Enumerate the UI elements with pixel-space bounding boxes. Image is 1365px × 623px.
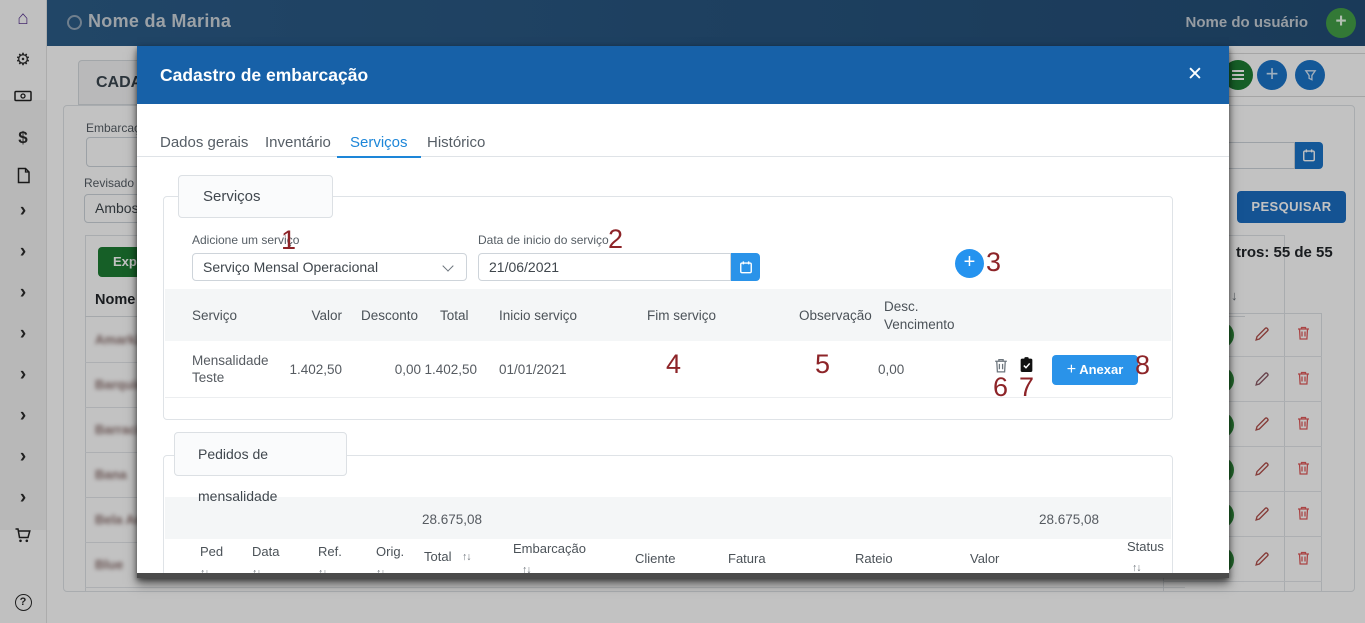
- col-desc-venc-2: Vencimento: [884, 317, 955, 332]
- annotation-1: 1: [281, 227, 296, 253]
- plus-icon: +: [1067, 361, 1076, 378]
- col-rateio: Rateio: [855, 551, 893, 566]
- col-fim: Fim serviço: [647, 308, 716, 323]
- tab-servicos[interactable]: Serviços: [337, 130, 421, 158]
- start-date-calendar-button[interactable]: [731, 253, 760, 281]
- col-status[interactable]: Status: [1127, 539, 1164, 554]
- cell-total: 1.402,50: [417, 362, 477, 377]
- chevron-down-icon: [442, 260, 453, 271]
- services-legend: Serviços: [178, 175, 333, 218]
- annotation-5: 5: [815, 351, 830, 377]
- col-desc-venc-1: Desc.: [884, 299, 919, 314]
- col-observacao: Observação: [799, 308, 872, 323]
- cell-desc-venc: 0,00: [878, 362, 904, 377]
- add-service-button[interactable]: +: [955, 249, 984, 278]
- start-date-label: Data de inicio do serviço: [478, 233, 609, 247]
- cell-valor: 1.402,50: [282, 362, 342, 377]
- horizontal-scrollbar[interactable]: [137, 573, 1229, 578]
- annotation-6: 6: [993, 374, 1008, 400]
- col-ped[interactable]: Ped: [200, 544, 223, 559]
- pedidos-legend: Pedidos de mensalidade: [174, 432, 347, 476]
- col-inicio: Inicio serviço: [499, 308, 577, 323]
- cell-servico: Mensalidade Teste: [192, 352, 277, 386]
- col-total: Total: [440, 308, 469, 323]
- col-valor-pedidos: Valor: [970, 551, 999, 566]
- col-servico: Serviço: [192, 308, 237, 323]
- sort-icon: ↑↓: [462, 551, 471, 563]
- annotation-3: 3: [986, 249, 1001, 275]
- application-root: ⌂ ⚙ $ › › › › › › › › ? Nome da Marina N…: [0, 0, 1365, 623]
- cell-desconto: 0,00: [361, 362, 421, 377]
- cell-inicio: 01/01/2021: [499, 362, 567, 377]
- col-cliente: Cliente: [635, 551, 675, 566]
- add-service-select[interactable]: Serviço Mensal Operacional: [192, 253, 467, 281]
- col-ref[interactable]: Ref.: [318, 544, 342, 559]
- start-date-input[interactable]: 21/06/2021: [478, 253, 731, 281]
- col-desconto: Desconto: [361, 308, 418, 323]
- annotation-8: 8: [1135, 352, 1150, 378]
- close-icon[interactable]: ✕: [1183, 63, 1207, 86]
- vessel-registration-modal: Cadastro de embarcação ✕ Dados gerais In…: [137, 46, 1229, 578]
- modal-title: Cadastro de embarcação: [160, 46, 368, 104]
- col-valor: Valor: [282, 308, 342, 323]
- tab-historico[interactable]: Histórico: [414, 130, 498, 158]
- col-total-pedidos[interactable]: Total: [424, 549, 451, 564]
- pedidos-summary-row: [165, 497, 1171, 539]
- annotation-2: 2: [608, 226, 623, 252]
- annotation-4: 4: [666, 351, 681, 377]
- col-data[interactable]: Data: [252, 544, 279, 559]
- attach-button[interactable]: + Anexar: [1052, 355, 1138, 385]
- col-orig[interactable]: Orig.: [376, 544, 404, 559]
- tab-dados-gerais[interactable]: Dados gerais: [147, 130, 261, 158]
- annotation-7: 7: [1019, 374, 1034, 400]
- col-embarcacao[interactable]: Embarcação: [513, 541, 586, 556]
- pedidos-total-sum: 28.675,08: [420, 512, 482, 527]
- pedidos-valor-sum: 28.675,08: [1037, 512, 1099, 527]
- col-fatura: Fatura: [728, 551, 766, 566]
- modal-header: Cadastro de embarcação ✕: [137, 46, 1229, 104]
- tab-inventario[interactable]: Inventário: [252, 130, 344, 158]
